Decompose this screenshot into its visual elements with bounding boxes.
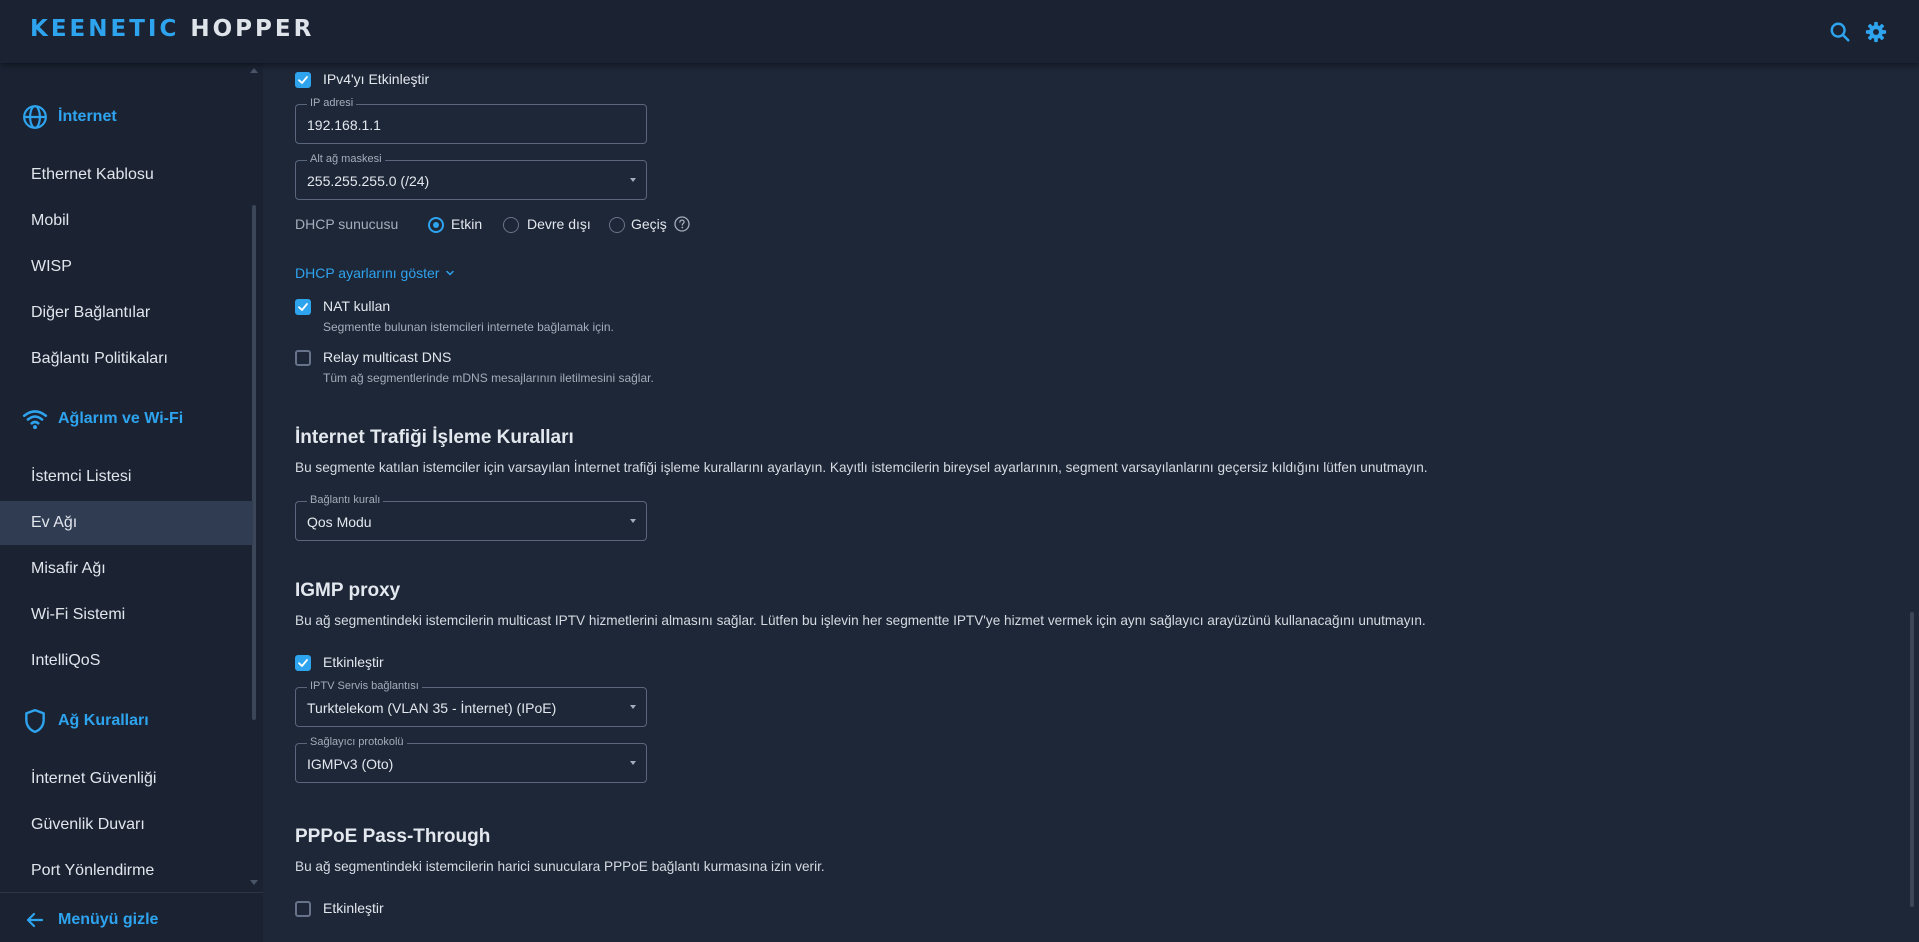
ip-address-value: 192.168.1.1 bbox=[307, 117, 381, 133]
check-icon bbox=[298, 76, 308, 84]
sidebar-section-internet[interactable]: İnternet bbox=[22, 102, 117, 132]
igmp-proxy-title: IGMP proxy bbox=[295, 580, 401, 601]
sidebar-item-other-connections[interactable]: Diğer Bağlantılar bbox=[0, 291, 253, 335]
dhcp-radio-enabled-label: Etkin bbox=[451, 216, 483, 232]
chevron-down-icon bbox=[630, 705, 636, 709]
globe-icon bbox=[23, 105, 47, 129]
logo-product: HOPPER bbox=[190, 16, 315, 42]
hide-menu-label: Menüyü gizle bbox=[58, 911, 159, 928]
main-scrollbar[interactable] bbox=[1910, 612, 1914, 907]
igmp-enable-label: Etkinleştir bbox=[323, 654, 384, 670]
keenetic-logo[interactable]: KEENETIC HOPPER bbox=[30, 16, 314, 42]
dhcp-radio-disabled[interactable] bbox=[503, 217, 519, 233]
iptv-service-select[interactable]: IPTV Servis bağlantısı Turktelekom (VLAN… bbox=[295, 680, 647, 727]
help-icon[interactable] bbox=[674, 216, 690, 232]
traffic-rules-title: İnternet Trafiği İşleme Kuralları bbox=[295, 427, 574, 448]
sidebar-item-wifi-system[interactable]: Wi-Fi Sistemi bbox=[0, 593, 253, 637]
dhcp-radio-relay-label: Geçiş bbox=[631, 216, 667, 232]
ipv4-enable-label: IPv4'yı Etkinleştir bbox=[323, 71, 430, 87]
chevron-down-icon bbox=[630, 178, 636, 182]
chevron-down-icon bbox=[630, 519, 636, 523]
sidebar-item-guest-network[interactable]: Misafir Ağı bbox=[0, 547, 253, 591]
connection-rule-value: Qos Modu bbox=[307, 514, 372, 530]
relay-mdns-checkbox[interactable] bbox=[295, 350, 311, 366]
check-icon bbox=[298, 659, 308, 667]
iptv-service-legend: IPTV Servis bağlantısı bbox=[307, 680, 422, 692]
sidebar-item-home-network[interactable]: Ev Ağı bbox=[0, 501, 253, 545]
subnet-mask-value: 255.255.255.0 (/24) bbox=[307, 173, 430, 189]
wifi-icon bbox=[22, 410, 48, 430]
ipv4-enable-checkbox[interactable] bbox=[295, 72, 311, 88]
show-dhcp-settings-link[interactable]: DHCP ayarlarını göster bbox=[295, 265, 455, 281]
shield-icon bbox=[25, 708, 45, 734]
sidebar-section-label: Ağ Kuralları bbox=[58, 712, 149, 729]
ip-address-legend: IP adresi bbox=[307, 97, 357, 109]
logo-brand: KEENETIC bbox=[30, 16, 180, 42]
pppoe-enable-checkbox[interactable] bbox=[295, 901, 311, 917]
nat-hint: Segmentte bulunan istemcileri internete … bbox=[323, 320, 614, 334]
sidebar-item-client-list[interactable]: İstemci Listesi bbox=[0, 455, 253, 499]
relay-mdns-hint: Tüm ağ segmentlerinde mDNS mesajlarının … bbox=[323, 371, 654, 385]
sidebar-item-internet-security[interactable]: İnternet Güvenliği bbox=[0, 757, 253, 801]
sidebar-item-mobile[interactable]: Mobil bbox=[0, 199, 253, 243]
chevron-down-icon bbox=[446, 270, 455, 276]
dhcp-radio-relay[interactable] bbox=[609, 217, 625, 233]
dhcp-server-label: DHCP sunucusu bbox=[295, 216, 399, 232]
dhcp-radio-enabled[interactable] bbox=[428, 217, 444, 233]
pppoe-enable-label: Etkinleştir bbox=[323, 900, 384, 916]
sidebar-section-label: Ağlarım ve Wi-Fi bbox=[58, 410, 184, 427]
relay-mdns-label: Relay multicast DNS bbox=[323, 349, 452, 365]
provider-protocol-legend: Sağlayıcı protokolü bbox=[307, 736, 407, 748]
gear-icon[interactable] bbox=[1865, 21, 1887, 43]
search-icon[interactable] bbox=[1829, 21, 1851, 43]
sidebar-item-wisp[interactable]: WISP bbox=[0, 245, 253, 289]
subnet-mask-legend: Alt ağ maskesi bbox=[307, 153, 385, 165]
iptv-service-value: Turktelekom (VLAN 35 - İnternet) (IPoE) bbox=[307, 700, 557, 716]
sidebar-section-network-rules[interactable]: Ağ Kuralları bbox=[22, 706, 149, 736]
sidebar-section-networks-wifi[interactable]: Ağlarım ve Wi-Fi bbox=[22, 404, 183, 434]
hide-menu-button[interactable]: Menüyü gizle bbox=[25, 910, 158, 930]
sidebar-item-ethernet[interactable]: Ethernet Kablosu bbox=[0, 153, 253, 197]
sidebar-divider bbox=[0, 892, 263, 893]
connection-rule-legend: Bağlantı kuralı bbox=[307, 494, 384, 506]
sidebar-item-port-forwarding[interactable]: Port Yönlendirme bbox=[0, 849, 253, 893]
arrow-left-icon bbox=[26, 912, 44, 928]
show-dhcp-settings-label: DHCP ayarlarını göster bbox=[295, 265, 440, 281]
sidebar-section-label: İnternet bbox=[58, 108, 117, 125]
subnet-mask-select[interactable]: Alt ağ maskesi 255.255.255.0 (/24) bbox=[295, 153, 647, 200]
sidebar-item-intelliqos[interactable]: IntelliQoS bbox=[0, 639, 253, 683]
provider-protocol-select[interactable]: Sağlayıcı protokolü IGMPv3 (Oto) bbox=[295, 736, 647, 783]
pppoe-description: Bu ağ segmentindeki istemcilerin harici … bbox=[295, 859, 825, 874]
check-icon bbox=[298, 303, 308, 311]
provider-protocol-value: IGMPv3 (Oto) bbox=[307, 756, 394, 772]
dhcp-radio-disabled-label: Devre dışı bbox=[527, 216, 591, 232]
sidebar-item-firewall[interactable]: Güvenlik Duvarı bbox=[0, 803, 253, 847]
traffic-rules-description: Bu segmente katılan istemciler için vars… bbox=[295, 460, 1428, 475]
top-header: KEENETIC HOPPER bbox=[0, 0, 1919, 63]
nat-label: NAT kullan bbox=[323, 298, 391, 314]
connection-rule-select[interactable]: Bağlantı kuralı Qos Modu bbox=[295, 494, 647, 541]
ip-address-field[interactable]: IP adresi 192.168.1.1 bbox=[295, 97, 647, 144]
chevron-down-icon bbox=[630, 761, 636, 765]
nat-checkbox[interactable] bbox=[295, 299, 311, 315]
igmp-enable-checkbox[interactable] bbox=[295, 655, 311, 671]
igmp-proxy-description: Bu ağ segmentindeki istemcilerin multica… bbox=[295, 613, 1426, 628]
scroll-up-arrow-icon[interactable] bbox=[250, 67, 258, 73]
sidebar-item-connection-policies[interactable]: Bağlantı Politikaları bbox=[0, 337, 253, 381]
pppoe-title: PPPoE Pass-Through bbox=[295, 826, 491, 847]
